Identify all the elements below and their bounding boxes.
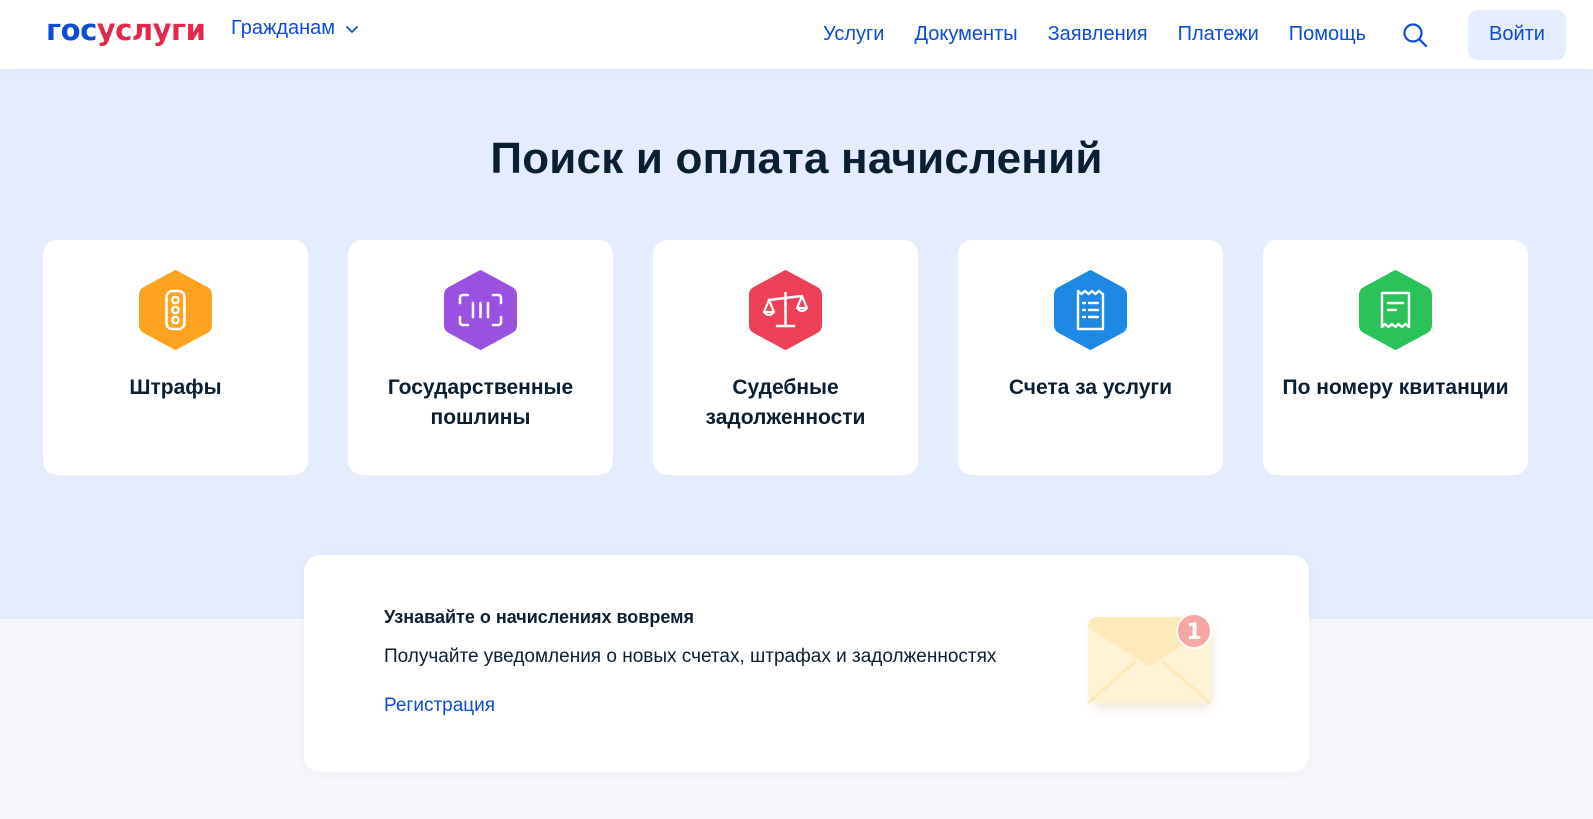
search-button[interactable] xyxy=(1400,20,1430,50)
top-header: госуслуги Гражданам Услуги Документы Зая… xyxy=(0,0,1593,69)
card-label: Штрафы xyxy=(129,376,222,399)
receipt-icon xyxy=(1359,270,1432,350)
nav-services[interactable]: Услуги xyxy=(823,23,885,46)
card-label: По номеру квитанции xyxy=(1282,376,1509,399)
banner-text: Получайте уведомления о новых счетах, шт… xyxy=(384,646,997,667)
audience-label: Гражданам xyxy=(231,17,336,39)
search-icon xyxy=(1403,22,1428,47)
nav-help[interactable]: Помощь xyxy=(1289,23,1366,46)
nav-documents[interactable]: Документы xyxy=(914,23,1017,46)
card-fines[interactable]: Штрафы xyxy=(43,240,308,475)
notifications-banner: Узнавайте о начислениях вовремя Получайт… xyxy=(304,555,1309,772)
card-label: Счета за услуги xyxy=(1008,376,1173,399)
badge-count: 1 xyxy=(1186,620,1201,645)
card-court-debts[interactable]: Судебные задолженности xyxy=(653,240,918,475)
card-utility-bills[interactable]: Счета за услуги xyxy=(958,240,1223,475)
banner-title: Узнавайте о начислениях вовремя xyxy=(384,607,694,627)
traffic-light-icon xyxy=(139,270,212,350)
logo-part-uslugi: услуги xyxy=(96,13,206,47)
card-label: Государственные пошлины xyxy=(387,376,574,429)
barcode-scan-icon xyxy=(444,270,517,350)
envelope-icon: 1 xyxy=(1087,613,1212,705)
card-label: Судебные задолженности xyxy=(705,376,866,429)
main-nav: Услуги Документы Заявления Платежи Помощ… xyxy=(823,0,1593,69)
category-cards: Штрафы Государственные пошлины Судебные … xyxy=(43,240,1528,475)
page-title: Поиск и оплата начислений xyxy=(490,134,1103,183)
card-receipt-number[interactable]: По номеру квитанции xyxy=(1263,240,1528,475)
register-link[interactable]: Регистрация xyxy=(384,695,495,717)
scales-icon xyxy=(749,270,822,350)
gosuslugi-logo[interactable]: госуслуги xyxy=(46,13,206,47)
bill-icon xyxy=(1054,270,1127,350)
logo-part-gos: гос xyxy=(46,13,97,47)
chevron-down-icon xyxy=(346,25,358,33)
card-state-duties[interactable]: Государственные пошлины xyxy=(348,240,613,475)
login-button[interactable]: Войти xyxy=(1468,9,1566,60)
nav-applications[interactable]: Заявления xyxy=(1048,23,1148,46)
audience-selector[interactable]: Гражданам xyxy=(231,17,359,40)
nav-payments[interactable]: Платежи xyxy=(1178,23,1259,46)
